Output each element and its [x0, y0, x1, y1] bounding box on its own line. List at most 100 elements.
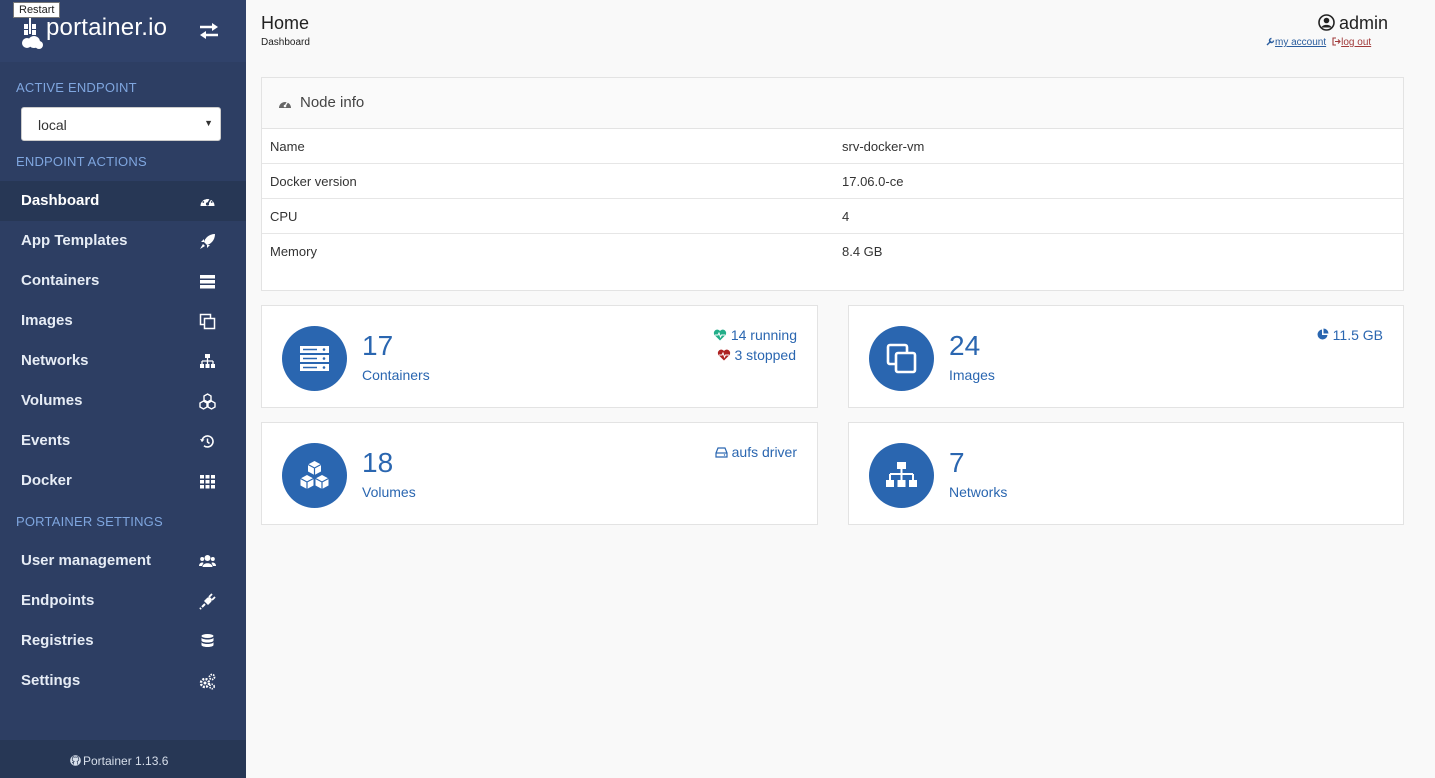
version-text: Portainer 1.13.6: [83, 754, 169, 768]
exchange-icon[interactable]: [198, 22, 220, 40]
cubes-icon: [199, 393, 216, 410]
user-info: admin: [1318, 13, 1388, 34]
row-key: CPU: [270, 209, 298, 224]
pie-chart-icon: [1317, 328, 1329, 340]
sidebar-item-dashboard[interactable]: Dashboard: [0, 181, 246, 221]
sign-out-icon: [1332, 37, 1341, 46]
endpoint-actions-heading: ENDPOINT ACTIONS: [16, 154, 147, 169]
sidebar-item-volumes[interactable]: Volumes: [0, 381, 246, 421]
table-row: Name srv-docker-vm: [262, 129, 1403, 164]
row-value: 17.06.0-ce: [842, 174, 904, 189]
portainer-settings-heading: PORTAINER SETTINGS: [16, 514, 163, 529]
volumes-driver: aufs driver: [715, 444, 797, 460]
server-icon: [200, 275, 215, 289]
sidebar-item-registries[interactable]: Registries: [0, 621, 246, 661]
widget-icon-circle: [869, 326, 934, 391]
sitemap-icon: [886, 462, 917, 487]
networks-count: 7: [949, 447, 965, 478]
sidebar-item-label: Volumes: [21, 392, 83, 409]
dashboard-icon: [200, 197, 215, 206]
github-icon: [70, 755, 81, 766]
log-out-label: log out: [1341, 37, 1372, 48]
table-row: Memory 8.4 GB: [262, 234, 1403, 269]
stopped-text: 3 stopped: [734, 347, 797, 363]
volumes-label: Volumes: [362, 484, 416, 500]
row-key: Docker version: [270, 174, 357, 189]
endpoint-select[interactable]: local ▼: [21, 107, 221, 141]
containers-count: 17: [362, 330, 394, 361]
containers-running: 14 running: [713, 327, 797, 343]
sidebar: portainer.io ACTIVE ENDPOINT local ▼ END…: [0, 0, 246, 778]
row-value: 8.4 GB: [842, 244, 883, 259]
sidebar-item-label: Endpoints: [21, 592, 95, 609]
user-links: my account log out: [1266, 37, 1371, 48]
my-account-link[interactable]: my account: [1266, 37, 1326, 48]
rocket-icon: [200, 234, 215, 249]
clone-icon: [886, 343, 917, 374]
sidebar-item-endpoints[interactable]: Endpoints: [0, 581, 246, 621]
running-text: 14 running: [730, 327, 797, 343]
sidebar-item-settings[interactable]: Settings: [0, 661, 246, 701]
dashboard-icon: [279, 101, 291, 108]
sidebar-item-networks[interactable]: Networks: [0, 341, 246, 381]
sidebar-item-app-templates[interactable]: App Templates: [0, 221, 246, 261]
log-out-link[interactable]: log out: [1332, 37, 1371, 48]
node-info-title: Node info: [300, 94, 365, 111]
sidebar-item-label: Networks: [21, 352, 89, 369]
cubes-icon: [300, 461, 329, 489]
sidebar-item-label: Dashboard: [21, 192, 100, 209]
sidebar-item-images[interactable]: Images: [0, 301, 246, 341]
server-icon: [300, 346, 329, 371]
restart-tooltip: Restart: [13, 2, 61, 18]
endpoint-select-value: local: [38, 117, 67, 133]
hdd-icon: [715, 447, 728, 458]
database-icon: [201, 634, 214, 647]
sidebar-item-label: Containers: [21, 272, 100, 289]
chevron-down-icon: ▼: [204, 118, 213, 128]
brand-name[interactable]: portainer.io: [46, 14, 167, 42]
row-value: srv-docker-vm: [842, 139, 925, 154]
images-size-text: 11.5 GB: [1332, 327, 1383, 343]
sidebar-item-label: Events: [21, 432, 71, 449]
users-icon: [199, 555, 216, 567]
node-info-panel: Node info Name srv-docker-vm Docker vers…: [261, 77, 1404, 291]
sidebar-item-label: User management: [21, 552, 152, 569]
row-value: 4: [842, 209, 850, 224]
table-row: Docker version 17.06.0-ce: [262, 164, 1403, 199]
volumes-widget[interactable]: 18 Volumes aufs driver: [261, 422, 818, 525]
networks-label: Networks: [949, 484, 1008, 500]
history-icon: [200, 435, 214, 448]
node-info-header: Node info: [262, 78, 1403, 129]
page-title: Home: [261, 13, 310, 33]
sidebar-item-user-management[interactable]: User management: [0, 541, 246, 581]
images-widget[interactable]: 24 Images 11.5 GB: [848, 305, 1404, 408]
images-size: 11.5 GB: [1316, 327, 1383, 343]
sidebar-item-label: Docker: [21, 472, 72, 489]
sidebar-item-events[interactable]: Events: [0, 421, 246, 461]
networks-widget[interactable]: 7 Networks: [848, 422, 1404, 525]
volumes-driver-text: aufs driver: [731, 444, 797, 460]
user-circle-icon: [1318, 14, 1335, 31]
active-endpoint-heading: ACTIVE ENDPOINT: [16, 80, 137, 95]
containers-stopped: 3 stopped: [717, 347, 797, 363]
version-link[interactable]: Portainer 1.13.6: [70, 754, 168, 768]
table-row: CPU 4: [262, 199, 1403, 234]
portainer-logo-icon[interactable]: [20, 14, 44, 50]
containers-label: Containers: [362, 367, 430, 383]
images-label: Images: [949, 367, 995, 383]
widget-icon-circle: [282, 326, 347, 391]
widget-icon-circle: [869, 443, 934, 508]
sidebar-item-docker[interactable]: Docker: [0, 461, 246, 501]
clone-icon: [199, 313, 216, 330]
sidebar-item-label: App Templates: [21, 232, 128, 249]
widget-icon-circle: [282, 443, 347, 508]
containers-widget[interactable]: 17 Containers 14 running 3 stopped: [261, 305, 818, 408]
row-key: Name: [270, 139, 305, 154]
sidebar-item-containers[interactable]: Containers: [0, 261, 246, 301]
volumes-count: 18: [362, 447, 394, 478]
sidebar-item-label: Settings: [21, 672, 81, 689]
breadcrumb: Dashboard: [261, 37, 310, 48]
sidebar-footer: Portainer 1.13.6: [0, 740, 246, 778]
username: admin: [1339, 13, 1389, 33]
sitemap-icon: [200, 354, 215, 368]
